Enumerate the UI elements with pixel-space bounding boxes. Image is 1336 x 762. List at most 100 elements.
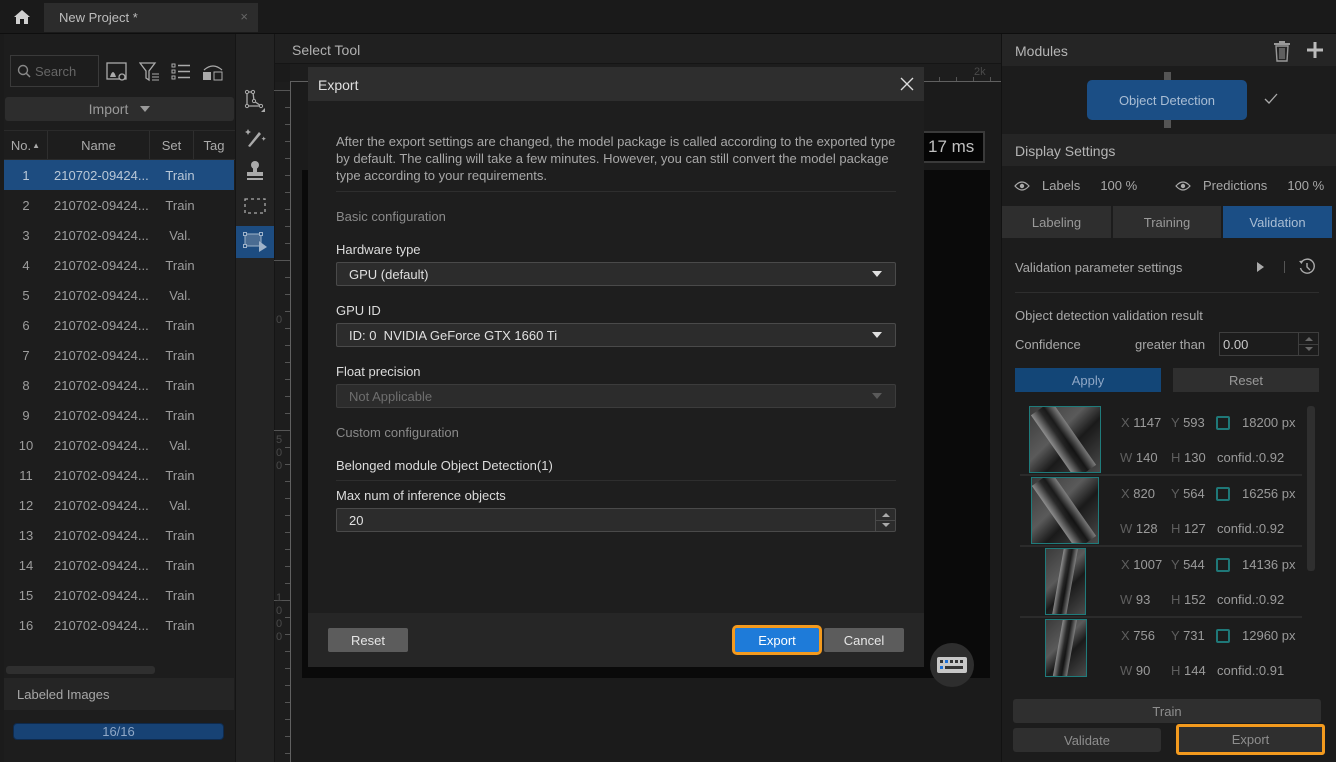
spin-buttons[interactable] [875,509,896,531]
table-row[interactable]: 6 210702-09424... Train [4,310,234,340]
result-y: 731 [1183,628,1205,643]
table-row[interactable]: 15 210702-09424... Train [4,580,234,610]
table-row[interactable]: 16 210702-09424... Train [4,610,234,640]
dialog-cancel-button[interactable]: Cancel [824,628,904,652]
spin-up-icon[interactable] [882,513,890,517]
table-row[interactable]: 8 210702-09424... Train [4,370,234,400]
stamp-tool-button[interactable] [236,155,274,187]
magic-wand-icon [245,129,266,147]
image-settings-button[interactable] [104,60,130,84]
result-visibility-checkbox[interactable] [1216,629,1230,643]
table-row[interactable]: 13 210702-09424... Train [4,520,234,550]
divider [336,191,896,192]
sort-asc-icon: ▲ [32,140,41,150]
row-name: 210702-09424... [54,377,149,393]
import-button[interactable]: Import [5,97,234,121]
list-view-button[interactable] [168,60,194,84]
result-separator [1020,545,1302,547]
results-scrollbar[interactable] [1307,406,1315,571]
filter-button[interactable] [137,60,163,84]
gpu-id-select[interactable]: ID: 0 NVIDIA GeForce GTX 1660 Ti [336,323,896,347]
validation-result-title: Object detection validation result [1015,308,1203,323]
rectangle-select-tool-button[interactable] [236,190,274,222]
reset-button[interactable]: Reset [1173,368,1319,392]
hardware-type-select[interactable]: GPU (default) [336,262,896,286]
reset-params-button[interactable] [1298,258,1316,276]
result-visibility-checkbox[interactable] [1216,487,1230,501]
horizontal-scrollbar[interactable] [6,666,155,674]
smart-pen-tool-button[interactable] [236,121,274,153]
max-objects-input[interactable]: 20 [336,508,896,532]
ruler-tick [285,566,290,567]
train-button[interactable]: Train [1013,699,1321,723]
spin-up-icon[interactable] [1305,337,1313,341]
result-h-line: H 152 [1171,592,1206,607]
dialog-reset-button[interactable]: Reset [328,628,408,652]
field-key: Y [1171,486,1184,501]
table-row[interactable]: 11 210702-09424... Train [4,460,234,490]
keyboard-shortcuts-button[interactable] [930,643,974,687]
labels-opacity[interactable]: 100 % [1100,178,1137,193]
expand-play-icon[interactable] [1257,262,1264,272]
spin-down-icon[interactable] [1305,347,1313,351]
labels-visibility[interactable]: Labels 100 % [1014,178,1137,193]
ruler-tick [285,362,290,363]
table-row[interactable]: 9 210702-09424... Train [4,400,234,430]
validate-button[interactable]: Validate [1013,728,1161,752]
confidence-threshold-input[interactable]: 0.00 [1219,332,1319,356]
search-input[interactable]: Search [10,55,99,87]
table-row[interactable]: 5 210702-09424... Val. [4,280,234,310]
table-row[interactable]: 7 210702-09424... Train [4,340,234,370]
tab-labeling[interactable]: Labeling [1002,206,1111,238]
export-button[interactable]: Export [1176,724,1325,755]
result-visibility-checkbox[interactable] [1216,416,1230,430]
close-tab-icon[interactable]: × [240,9,248,24]
result-visibility-checkbox[interactable] [1216,558,1230,572]
spin-down-icon[interactable] [882,523,890,527]
result-thumbnail[interactable] [1045,548,1086,615]
column-header-no[interactable]: No. ▲ [4,131,48,159]
validation-params-label[interactable]: Validation parameter settings [1015,260,1182,275]
result-thumbnail[interactable] [1029,406,1101,473]
delete-module-button[interactable] [1272,40,1294,62]
table-row[interactable]: 14 210702-09424... Train [4,550,234,580]
ruler-tick [285,702,290,703]
home-button[interactable] [0,0,44,34]
table-row[interactable]: 4 210702-09424... Train [4,250,234,280]
row-set: Train [165,257,195,273]
column-header-name[interactable]: Name [48,131,150,159]
table-row[interactable]: 1 210702-09424... Train [4,160,234,190]
project-tab[interactable]: New Project * × [44,3,258,32]
select-tool-button[interactable] [236,226,274,258]
polygon-tool-button[interactable] [236,85,274,117]
result-y: 593 [1183,415,1205,430]
predictions-opacity[interactable]: 100 % [1287,178,1324,193]
eye-icon[interactable] [1175,180,1191,192]
result-thumbnail[interactable] [1031,477,1099,544]
spin-buttons[interactable] [1298,333,1319,355]
split-set-button[interactable] [200,60,226,84]
ruler-tick [285,685,290,686]
close-dialog-button[interactable] [896,73,918,95]
result-y-line: Y 593 [1171,415,1205,430]
display-settings-header: Display Settings [1002,134,1336,166]
result-thumbnail[interactable] [1045,619,1087,677]
object-detection-module[interactable]: Object Detection [1087,80,1247,120]
table-row[interactable]: 12 210702-09424... Val. [4,490,234,520]
ruler-tick [285,328,290,329]
add-module-button[interactable] [1305,40,1327,62]
caret-down-icon [872,393,882,399]
table-row[interactable]: 3 210702-09424... Val. [4,220,234,250]
table-row[interactable]: 10 210702-09424... Val. [4,430,234,460]
row-set: Train [165,557,195,573]
separator [1284,261,1285,273]
apply-button[interactable]: Apply [1015,368,1161,392]
dialog-export-button[interactable]: Export [732,625,822,655]
predictions-visibility[interactable]: Predictions 100 % [1175,178,1324,193]
column-header-tag[interactable]: Tag [194,131,234,159]
table-row[interactable]: 2 210702-09424... Train [4,190,234,220]
tab-training[interactable]: Training [1113,206,1221,238]
eye-icon[interactable] [1014,180,1030,192]
tab-validation[interactable]: Validation [1223,206,1332,238]
column-header-set[interactable]: Set [150,131,194,159]
